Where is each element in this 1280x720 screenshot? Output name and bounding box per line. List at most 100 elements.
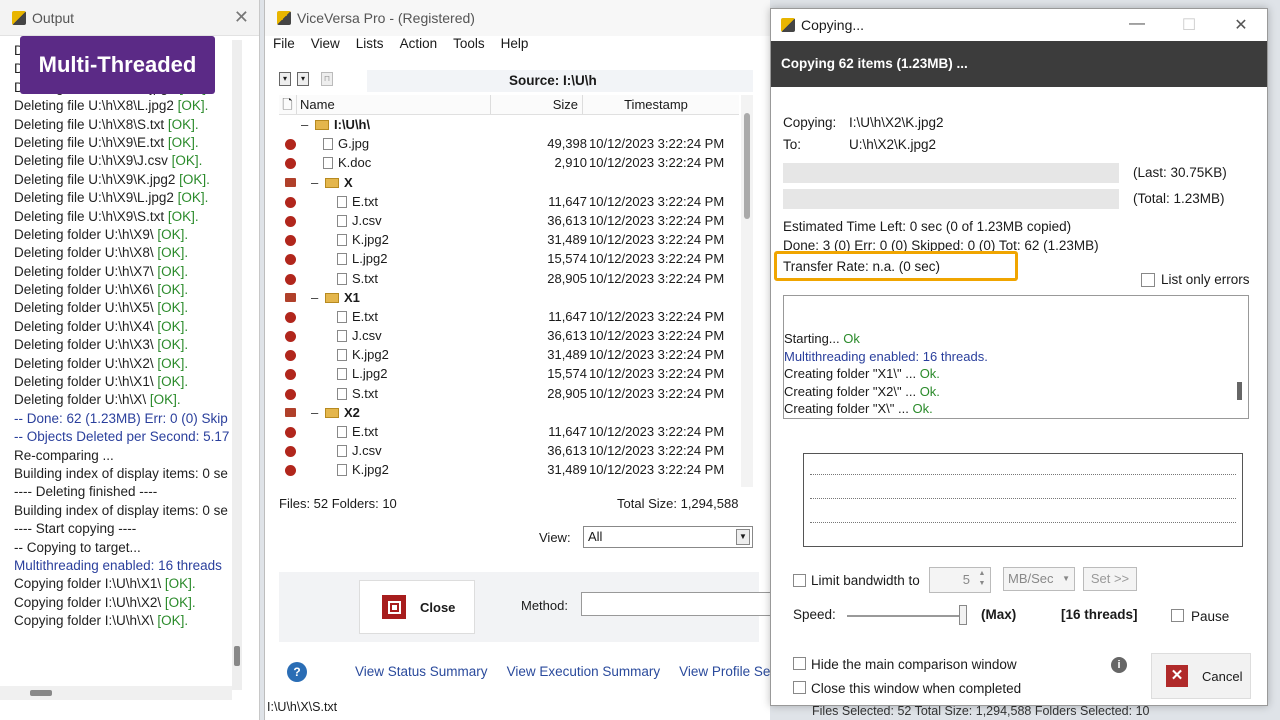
- output-hscrollbar[interactable]: [0, 686, 232, 700]
- tree-row[interactable]: S.txt 28,905 10/12/2023 3:22:24 PM: [279, 384, 739, 403]
- info-icon[interactable]: i: [1111, 657, 1127, 673]
- item-name: G.jpg: [338, 136, 370, 152]
- scrollbar-thumb[interactable]: [744, 113, 750, 219]
- limit-bandwidth-checkbox[interactable]: [793, 574, 806, 587]
- tree-scrollbar[interactable]: [741, 95, 753, 487]
- log-text: Multithreading enabled: 16 threads: [14, 557, 222, 573]
- hide-main-checkbox[interactable]: [793, 657, 806, 670]
- tree-row[interactable]: J.csv 36,613 10/12/2023 3:22:24 PM: [279, 326, 739, 345]
- output-scrollbar[interactable]: [232, 40, 242, 690]
- copying-dialog: Copying... — ☐ ✕ Copying 62 items (1.23M…: [770, 8, 1268, 706]
- copy-log-lines: Starting... Ok Multithreading enabled: 16…: [784, 330, 1248, 416]
- item-size: 15,574: [547, 251, 587, 267]
- method-field[interactable]: [581, 592, 771, 616]
- tree-item: G.jpg: [323, 134, 369, 153]
- tree-row[interactable]: – X2: [279, 403, 739, 422]
- status-dot-icon: [285, 235, 296, 247]
- close-icon[interactable]: ✕: [234, 7, 249, 28]
- tree-row[interactable]: E.txt 11,647 10/12/2023 3:22:24 PM: [279, 422, 739, 441]
- tree-row[interactable]: – X: [279, 173, 739, 192]
- tree-row[interactable]: S.txt 28,905 10/12/2023 3:22:24 PM: [279, 269, 739, 288]
- tree-row[interactable]: L.jpg2 15,574 10/12/2023 3:22:24 PM: [279, 364, 739, 383]
- tree-row[interactable]: J.csv 36,613 10/12/2023 3:22:24 PM: [279, 211, 739, 230]
- status-dot-icon: [285, 139, 296, 151]
- pause-checkbox[interactable]: [1171, 609, 1184, 622]
- item-timestamp: 10/12/2023 3:22:24 PM: [589, 270, 725, 286]
- tree-row[interactable]: K.jpg2 31,489 10/12/2023 3:22:24 PM: [279, 230, 739, 249]
- copying-header: Copying 62 items (1.23MB) ...: [771, 41, 1267, 87]
- maximize-icon[interactable]: ☐: [1163, 15, 1215, 35]
- expand-icon[interactable]: ▾: [297, 72, 309, 86]
- list-only-errors-checkbox[interactable]: [1141, 273, 1155, 287]
- eta-text: Estimated Time Left: 0 sec (0 of 1.23MB …: [783, 219, 1072, 234]
- tree-row[interactable]: E.txt 11,647 10/12/2023 3:22:24 PM: [279, 307, 739, 326]
- log-line: Deleting folder U:\h\X4\ [OK].: [14, 318, 232, 336]
- status-dot-icon: [285, 427, 296, 438]
- log-text: ---- Start copying ----: [14, 521, 137, 537]
- col-size[interactable]: Size: [491, 95, 583, 114]
- view-status-summary-link[interactable]: View Status Summary: [355, 664, 488, 679]
- menu-file[interactable]: File: [273, 36, 295, 58]
- collapse-icon[interactable]: –: [301, 115, 311, 134]
- item-size: 2,910: [554, 155, 587, 171]
- view-execution-summary-link[interactable]: View Execution Summary: [507, 664, 661, 679]
- tree-row[interactable]: E.txt 11,647 10/12/2023 3:22:24 PM: [279, 192, 739, 211]
- tree-row[interactable]: K.jpg2 31,489 10/12/2023 3:22:24 PM: [279, 460, 739, 479]
- log-status: [OK].: [171, 153, 203, 169]
- chevron-down-icon[interactable]: ▼: [736, 529, 750, 545]
- graph-gridline: [810, 522, 1236, 523]
- speed-max: (Max): [981, 607, 1017, 622]
- menu-tools[interactable]: Tools: [453, 36, 485, 58]
- log-status: [OK].: [157, 355, 189, 371]
- tree-row[interactable]: K.jpg2 31,489 10/12/2023 3:22:24 PM: [279, 345, 739, 364]
- close-when-done-checkbox[interactable]: [793, 681, 806, 694]
- minimize-icon[interactable]: —: [1111, 15, 1163, 35]
- view-select[interactable]: All ▼: [583, 526, 753, 548]
- scrollbar-thumb[interactable]: [30, 690, 52, 696]
- help-icon[interactable]: ?: [287, 662, 307, 682]
- collapse-icon[interactable]: –: [311, 173, 321, 192]
- log-line: Copying folder I:\U\h\X1\ [OK].: [14, 575, 232, 593]
- tree-item: – X1: [311, 288, 360, 307]
- collapse-icon[interactable]: ▾: [279, 72, 291, 86]
- log-text: Deleting file U:\h\X8\L.jpg2: [14, 98, 178, 114]
- menu-lists[interactable]: Lists: [356, 36, 384, 58]
- close-button[interactable]: Close: [359, 580, 475, 634]
- bandwidth-unit-select[interactable]: MB/Sec ▼: [1003, 567, 1075, 591]
- status-dot-icon: [285, 158, 296, 170]
- speed-slider-thumb[interactable]: [959, 605, 967, 625]
- col-name[interactable]: Name: [297, 95, 491, 114]
- status-dot-icon: [285, 215, 296, 227]
- menu-help[interactable]: Help: [501, 36, 529, 58]
- tree-row[interactable]: – I:\U\h\: [279, 115, 739, 134]
- file-icon: [337, 426, 347, 438]
- collapse-icon[interactable]: –: [311, 288, 321, 307]
- close-icon[interactable]: ✕: [1215, 15, 1267, 35]
- col-timestamp[interactable]: Timestamp: [583, 95, 729, 114]
- bandwidth-stepper[interactable]: ▲ ▼: [975, 569, 989, 591]
- file-icon: 🗋: [279, 95, 297, 114]
- set-button[interactable]: Set >>: [1083, 567, 1137, 591]
- log-status: [OK].: [157, 613, 189, 629]
- item-timestamp: 10/12/2023 3:22:24 PM: [589, 251, 725, 267]
- log-line: -- Done: 62 (1.23MB) Err: 0 (0) Skip: [14, 410, 232, 428]
- tree-row[interactable]: – X1: [279, 288, 739, 307]
- tree-row[interactable]: G.jpg 49,398 10/12/2023 3:22:24 PM: [279, 134, 739, 153]
- tree-row[interactable]: K.doc 2,910 10/12/2023 3:22:24 PM: [279, 153, 739, 172]
- tree-item: K.jpg2: [337, 460, 389, 479]
- menu-view[interactable]: View: [311, 36, 340, 58]
- menu-action[interactable]: Action: [400, 36, 438, 58]
- lock-icon[interactable]: ⊓: [321, 72, 333, 86]
- cancel-button[interactable]: ✕ Cancel: [1151, 653, 1251, 699]
- item-timestamp: 10/12/2023 3:22:24 PM: [589, 136, 725, 152]
- view-links: View Status Summary View Execution Summa…: [355, 664, 807, 679]
- speed-slider-track[interactable]: [847, 615, 967, 617]
- scrollbar-thumb[interactable]: [1237, 382, 1242, 400]
- log-text: Building index of display items: 0 se: [14, 502, 228, 518]
- tree-row[interactable]: L.jpg2 15,574 10/12/2023 3:22:24 PM: [279, 249, 739, 268]
- collapse-icon[interactable]: –: [311, 403, 321, 422]
- scrollbar-thumb[interactable]: [234, 646, 240, 666]
- log-text: Deleting file U:\h\X9\E.txt: [14, 134, 168, 150]
- tree-row[interactable]: J.csv 36,613 10/12/2023 3:22:24 PM: [279, 441, 739, 460]
- log-status: Ok.: [919, 383, 940, 399]
